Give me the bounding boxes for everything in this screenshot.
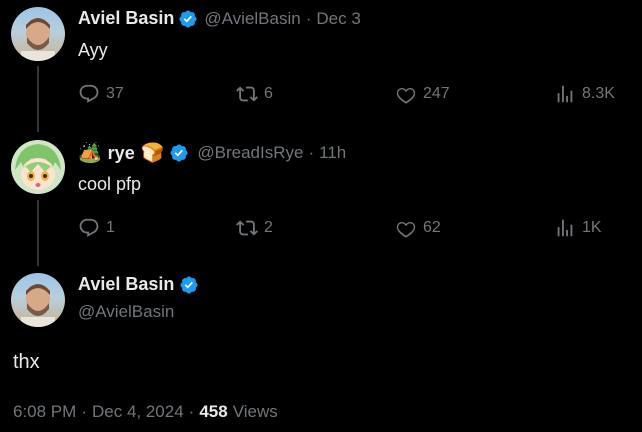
timestamp[interactable]: Dec 3 <box>316 9 360 29</box>
tweet-text: cool pfp <box>78 174 142 194</box>
avatar[interactable] <box>11 273 65 327</box>
like-button[interactable]: 247 <box>395 83 450 105</box>
author-handle[interactable]: @AvielBasin <box>78 302 174 322</box>
views-count: 8.3K <box>582 85 615 102</box>
reply-icon <box>78 83 100 105</box>
reply-icon <box>78 217 100 239</box>
like-icon <box>395 83 417 105</box>
repost-icon <box>236 217 258 239</box>
repost-count: 2 <box>264 219 273 236</box>
tweet-time[interactable]: 6:08 PM <box>13 402 76 422</box>
reply-button[interactable]: 1 <box>78 217 115 239</box>
verified-icon <box>179 275 199 295</box>
views-button[interactable]: 1K <box>554 217 602 239</box>
separator: · <box>308 143 315 162</box>
author-name[interactable]: rye <box>108 143 135 164</box>
verified-icon <box>178 9 198 29</box>
reply-count: 1 <box>106 219 115 236</box>
views-button[interactable]: 8.3K <box>554 83 615 105</box>
author-handle[interactable]: @AvielBasin <box>204 9 300 29</box>
author-name[interactable]: Aviel Basin <box>78 274 174 295</box>
repost-icon <box>236 83 258 105</box>
thread-line <box>37 66 39 132</box>
tweet-text: thx <box>13 351 40 373</box>
views-count: 1K <box>582 219 602 236</box>
separator: · <box>305 8 312 28</box>
avatar-face-icon <box>21 18 55 61</box>
like-count: 62 <box>423 219 441 236</box>
avatar[interactable] <box>11 7 65 61</box>
repost-button[interactable]: 2 <box>236 217 273 239</box>
bread-emoji-icon: 🍞 <box>140 143 165 164</box>
like-button[interactable]: 62 <box>395 217 441 239</box>
timestamp[interactable]: 11h <box>319 143 346 163</box>
reply-count: 37 <box>106 85 124 102</box>
repost-count: 6 <box>264 85 273 102</box>
separator: · <box>81 402 87 421</box>
like-count: 247 <box>423 85 450 102</box>
verified-icon <box>169 143 189 163</box>
views-icon <box>554 217 576 239</box>
views-label: Views <box>232 402 278 421</box>
repost-button[interactable]: 6 <box>236 83 273 105</box>
author-name[interactable]: Aviel Basin <box>78 8 174 29</box>
avatar-anime-icon <box>15 144 61 190</box>
like-icon <box>395 217 417 239</box>
reply-button[interactable]: 37 <box>78 83 124 105</box>
author-handle[interactable]: @BreadIsRye <box>197 143 303 163</box>
avatar-face-icon <box>21 284 55 327</box>
tweet-text: Ayy <box>78 40 108 60</box>
views-icon <box>554 83 576 105</box>
separator: · <box>188 402 195 421</box>
tweet-date[interactable]: Dec 4, 2024 <box>92 402 184 422</box>
camping-emoji-icon: 🏕️ <box>78 143 102 164</box>
avatar[interactable] <box>11 140 65 194</box>
views-count: 458 <box>199 402 228 421</box>
thread-line <box>37 200 39 266</box>
